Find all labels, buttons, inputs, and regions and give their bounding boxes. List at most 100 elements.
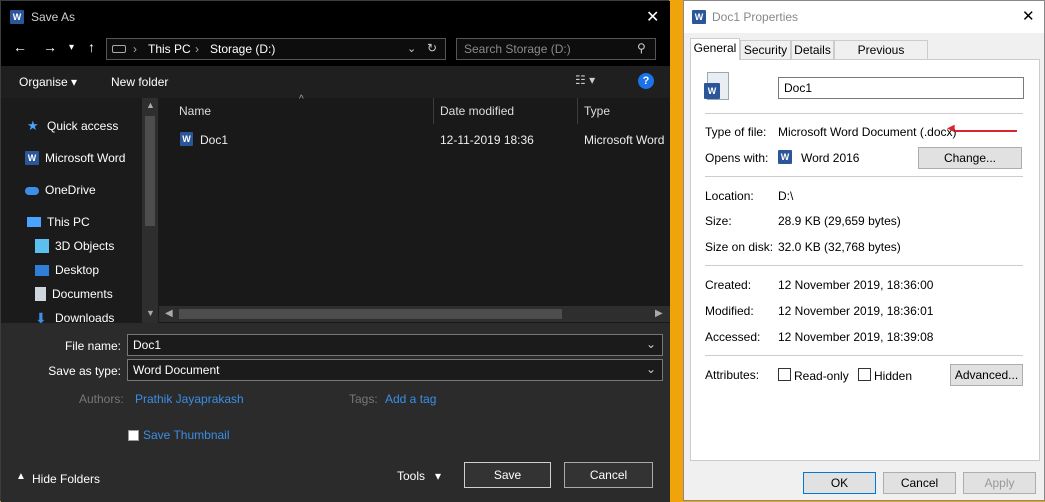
word-app-icon: W <box>692 10 706 24</box>
chevron-down-icon[interactable]: ⌄ <box>646 337 656 351</box>
save-as-titlebar: W Save As ✕ <box>1 1 670 33</box>
hidden-checkbox[interactable] <box>858 368 871 381</box>
breadcrumb-this-pc[interactable]: This PC <box>148 42 191 56</box>
save-type-select[interactable]: Word Document ⌄ <box>127 359 663 381</box>
refresh-icon[interactable]: ↻ <box>427 41 437 55</box>
nav-item-label: This PC <box>47 215 90 229</box>
file-name-cell: Doc1 <box>200 133 229 147</box>
modified-value: 12 November 2019, 18:36:01 <box>778 304 934 318</box>
cloud-icon <box>25 187 39 195</box>
save-thumbnail-label[interactable]: Save Thumbnail <box>143 428 230 442</box>
tab-security[interactable]: Security <box>740 40 791 60</box>
hide-folders-button[interactable]: Hide Folders <box>32 472 100 486</box>
column-header-date[interactable]: Date modified <box>440 98 514 124</box>
advanced-button[interactable]: Advanced... <box>950 364 1023 386</box>
new-folder-button[interactable]: New folder <box>111 75 168 89</box>
word-app-icon: W <box>10 10 24 24</box>
back-arrow-icon[interactable]: ← <box>13 39 27 55</box>
tags-link[interactable]: Add a tag <box>385 392 436 406</box>
table-row[interactable]: W Doc1 12-11-2019 18:36 Microsoft Word <box>159 128 670 150</box>
divider <box>705 355 1023 356</box>
nav-scrollbar[interactable]: ▲ ▼ <box>142 98 158 323</box>
computer-icon <box>27 217 41 227</box>
created-value: 12 November 2019, 18:36:00 <box>778 278 934 292</box>
recent-chevron-icon[interactable]: ▾ <box>69 42 74 53</box>
chevron-up-icon[interactable]: ▲ <box>16 471 26 482</box>
scroll-right-icon[interactable]: ▶ <box>655 308 663 319</box>
change-button[interactable]: Change... <box>918 147 1022 169</box>
scroll-down-icon[interactable]: ▼ <box>146 308 155 318</box>
save-as-title: Save As <box>31 10 76 24</box>
created-label: Created: <box>705 278 752 292</box>
search-icon[interactable]: ⚲ <box>637 41 646 55</box>
ok-button[interactable]: OK <box>803 472 876 494</box>
file-name-label: File name: <box>64 339 121 353</box>
save-type-value: Word Document <box>133 363 220 377</box>
breadcrumb-storage[interactable]: Storage (D:) <box>210 42 275 56</box>
document-large-icon: W <box>704 72 729 100</box>
size-label: Size: <box>705 214 732 228</box>
organise-label: Organise <box>19 75 68 89</box>
scroll-thumb[interactable] <box>145 116 155 226</box>
thumbnail-checkbox[interactable] <box>128 430 139 441</box>
chevron-down-icon[interactable]: ⌄ <box>646 362 656 376</box>
authors-link[interactable]: Prathik Jayaprakash <box>135 392 244 406</box>
scroll-left-icon[interactable]: ◀ <box>165 308 173 319</box>
column-divider[interactable] <box>577 98 578 124</box>
cancel-button[interactable]: Cancel <box>564 462 653 488</box>
up-arrow-icon[interactable]: ↑ <box>88 39 95 55</box>
modified-label: Modified: <box>705 304 754 318</box>
view-options-icon[interactable]: ☷ ▾ <box>575 73 595 87</box>
cancel-button[interactable]: Cancel <box>883 472 956 494</box>
scroll-up-icon[interactable]: ▲ <box>146 100 155 110</box>
save-form: File name: Doc1 ⌄ Save as type: Word Docu… <box>1 323 670 502</box>
file-name-input[interactable]: Doc1 ⌄ <box>127 334 663 356</box>
general-tab-panel: W Doc1 Type of file: Microsoft Word Docu… <box>690 59 1040 461</box>
type-label: Type of file: <box>705 125 767 139</box>
properties-title: Doc1 Properties <box>712 10 799 24</box>
filename-input[interactable]: Doc1 <box>778 77 1024 99</box>
opens-value: Word 2016 <box>801 151 860 165</box>
hidden-label[interactable]: Hidden <box>874 369 912 383</box>
save-type-label: Save as type: <box>48 364 121 378</box>
properties-dialog: W Doc1 Properties ✕ General Security Det… <box>683 0 1045 501</box>
nav-item-label: 3D Objects <box>55 239 115 253</box>
file-date-cell: 12-11-2019 18:36 <box>440 133 534 147</box>
tab-details[interactable]: Details <box>791 40 834 60</box>
cube-icon <box>35 239 49 253</box>
tools-button[interactable]: Tools ▾ <box>397 469 441 483</box>
word-icon: W <box>25 151 39 165</box>
chevron-down-icon[interactable]: ⌄ <box>407 42 416 55</box>
column-header-type[interactable]: Type <box>584 98 610 124</box>
accessed-label: Accessed: <box>705 330 761 344</box>
organise-button[interactable]: Organise ▾ <box>19 75 77 89</box>
scroll-thumb[interactable] <box>179 309 562 319</box>
close-icon[interactable]: ✕ <box>1022 7 1035 25</box>
save-button[interactable]: Save <box>464 462 551 488</box>
close-icon[interactable]: ✕ <box>646 7 659 27</box>
readonly-checkbox[interactable] <box>778 368 791 381</box>
authors-label: Authors: <box>79 392 124 406</box>
size-on-disk-value: 32.0 KB (32,768 bytes) <box>778 240 901 254</box>
readonly-label[interactable]: Read-only <box>794 369 849 383</box>
type-value: Microsoft Word Document (.docx) <box>778 125 957 139</box>
column-divider[interactable] <box>433 98 434 124</box>
size-on-disk-label: Size on disk: <box>705 240 774 254</box>
drive-icon <box>112 45 126 53</box>
forward-arrow-icon[interactable]: → <box>43 39 57 55</box>
search-input[interactable]: Search Storage (D:) ⚲ <box>456 38 656 60</box>
nav-item-label: Quick access <box>47 119 119 133</box>
address-bar[interactable]: › This PC › Storage (D:) ⌄ ↻ <box>106 38 446 60</box>
properties-titlebar: W Doc1 Properties ✕ <box>684 1 1044 33</box>
apply-button[interactable]: Apply <box>963 472 1036 494</box>
help-icon[interactable]: ? <box>638 73 654 89</box>
file-type-cell: Microsoft Word <box>584 133 665 147</box>
horizontal-scrollbar[interactable]: ◀ ▶ <box>159 306 670 322</box>
file-list: ^ Name Date modified Type W Doc1 12-11-2… <box>159 94 670 323</box>
tab-previous-versions[interactable]: Previous Versions <box>834 40 928 75</box>
sort-arrow-icon: ^ <box>299 94 304 105</box>
column-header-name[interactable]: Name <box>179 98 211 124</box>
star-icon: ★ <box>27 118 39 133</box>
tab-general[interactable]: General <box>690 38 740 60</box>
red-arrow-head: ◀ <box>947 123 955 134</box>
